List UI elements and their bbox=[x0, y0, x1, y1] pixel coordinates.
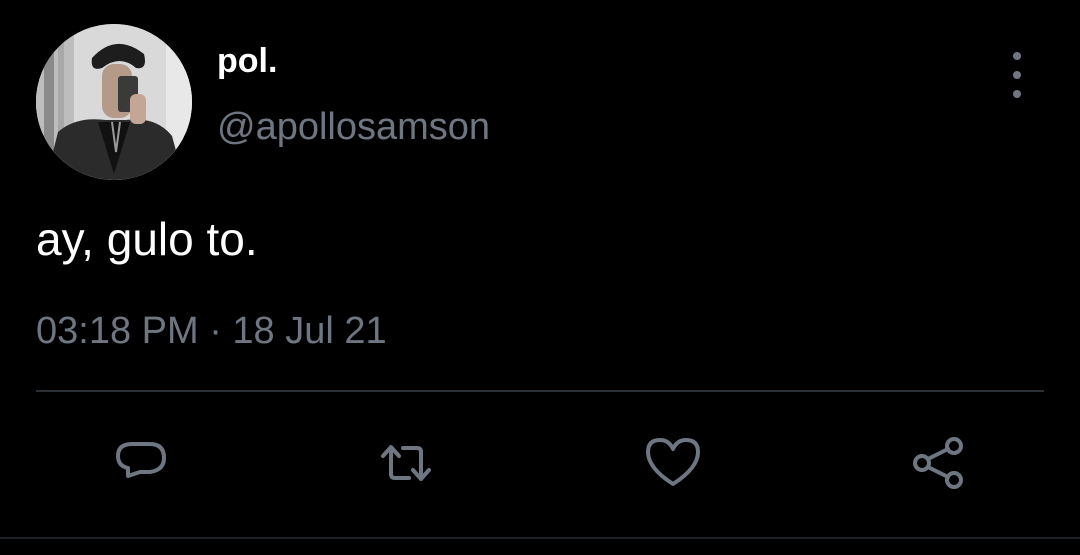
divider bbox=[36, 390, 1044, 392]
more-options-button[interactable] bbox=[1000, 52, 1034, 98]
share-button[interactable] bbox=[908, 432, 970, 494]
avatar-photo bbox=[36, 24, 192, 180]
tweet-timestamp[interactable]: 03:18 PM · 18 Jul 21 bbox=[36, 312, 387, 350]
retweet-button[interactable] bbox=[375, 432, 437, 494]
share-icon bbox=[913, 437, 963, 489]
bottom-divider bbox=[0, 537, 1080, 539]
display-name[interactable]: pol. bbox=[217, 44, 277, 78]
more-vertical-icon bbox=[1013, 52, 1021, 60]
tweet-text: ay, gulo to. bbox=[36, 213, 258, 265]
retweet-icon bbox=[381, 445, 431, 481]
user-handle[interactable]: @apollosamson bbox=[217, 108, 490, 146]
avatar[interactable] bbox=[36, 24, 192, 180]
heart-icon bbox=[646, 438, 700, 486]
more-vertical-icon-dot-3 bbox=[1013, 90, 1021, 98]
reply-button[interactable] bbox=[110, 432, 172, 494]
tweet-card: pol. @apollosamson ay, gulo to. 03:18 PM… bbox=[0, 0, 1080, 555]
like-button[interactable] bbox=[642, 432, 704, 494]
more-vertical-icon-dot-2 bbox=[1013, 71, 1021, 79]
reply-icon bbox=[116, 442, 166, 478]
